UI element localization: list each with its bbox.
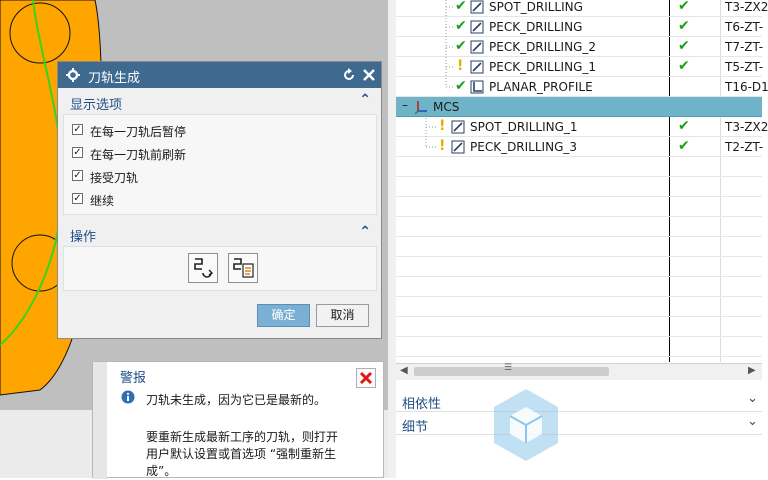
watermark-cube-icon	[494, 389, 558, 461]
empty-row	[396, 197, 762, 217]
warning-exclamation-icon: !	[457, 58, 464, 74]
splitter[interactable]	[388, 0, 396, 478]
operation-name: PECK_DRILLING	[489, 20, 583, 34]
info-icon	[121, 390, 135, 404]
details-panel-header[interactable]: 细节 ⌄	[396, 413, 762, 435]
drill-operation-icon	[470, 60, 484, 74]
dependencies-title: 相依性	[402, 397, 442, 412]
tree-connector-lines	[425, 0, 454, 148]
tool-name: T6-ZT-	[725, 20, 764, 34]
status-check-icon: ✔	[455, 38, 467, 54]
empty-row	[396, 297, 762, 317]
gear-icon	[66, 68, 80, 82]
cancel-button[interactable]: 取消	[316, 304, 369, 327]
status-check-icon: ✔	[455, 78, 467, 94]
chevron-up-icon[interactable]: ⌃	[359, 224, 371, 240]
drill-operation-icon	[470, 40, 484, 54]
tool-name: T3-ZX2	[725, 120, 768, 134]
toolpath-generation-dialog: 刀轨生成 显示选项 ⌃ ✓ 在每一刀轨后暂停 ✓ 在每一刀轨前刷新 ✓ 接受刀轨…	[57, 61, 382, 339]
dialog-title-bar[interactable]: 刀轨生成	[58, 62, 381, 88]
operation-navigator: ✔ SPOT_DRILLING ✔ T3-ZX2 ✔ PECK_DRILLING…	[396, 0, 768, 380]
checkbox-checked-icon[interactable]: ✓	[72, 170, 83, 181]
tool-name: T16-D1	[725, 80, 768, 94]
generate-toolpath-icon	[194, 258, 214, 278]
red-x-icon	[359, 371, 373, 385]
alert-message: 刀轨未生成，因为它已是最新的。	[146, 393, 327, 407]
tool-ok-check-icon: ✔	[678, 38, 690, 54]
alert-detail: 要重新生成最新工序的刀轨，则打开用户默认设置或首选项 “强制重新生成”。	[146, 430, 339, 478]
empty-row	[396, 157, 762, 177]
operation-name: PECK_DRILLING_3	[470, 140, 578, 154]
ok-button[interactable]: 确定	[257, 304, 310, 327]
profile-operation-icon	[470, 80, 484, 94]
grip-icon: ☰	[504, 363, 513, 373]
option-label: 接受刀轨	[90, 171, 139, 185]
display-options-title: 显示选项	[70, 98, 123, 113]
close-icon[interactable]	[362, 68, 376, 82]
generate-button[interactable]	[188, 253, 218, 283]
details-title: 细节	[402, 420, 429, 435]
chevron-down-icon[interactable]: ⌄	[747, 414, 758, 429]
operation-name: SPOT_DRILLING_1	[470, 120, 578, 134]
checkbox-checked-icon[interactable]: ✓	[72, 124, 83, 135]
dependencies-panel-header[interactable]: 相依性 ⌄	[396, 390, 762, 412]
chevron-down-icon[interactable]: ⌄	[747, 391, 758, 406]
option-label: 在每一刀轨前刷新	[90, 148, 187, 162]
operation-name: SPOT_DRILLING	[489, 0, 583, 14]
alert-panel: 警报 刀轨未生成，因为它已是最新的。 要重新生成最新工序的刀轨，则打开用户默认设…	[92, 361, 384, 479]
tool-ok-check-icon: ✔	[678, 118, 690, 134]
list-toolpath-icon	[233, 258, 254, 278]
chevron-up-icon[interactable]: ⌃	[359, 92, 371, 108]
empty-row	[396, 337, 762, 357]
empty-row	[396, 237, 762, 257]
horizontal-scrollbar[interactable]: ◀ ☰ ▶	[396, 363, 762, 380]
operation-header[interactable]: 操作 ⌃	[63, 223, 377, 245]
operation-title: 操作	[70, 230, 97, 245]
dialog-title: 刀轨生成	[88, 71, 141, 86]
operation-name: PLANAR_PROFILE	[489, 80, 593, 94]
tool-ok-check-icon: ✔	[678, 138, 690, 154]
drill-operation-icon	[470, 0, 484, 14]
status-check-icon: ✔	[455, 0, 467, 14]
tool-ok-check-icon: ✔	[678, 0, 690, 14]
display-options-header[interactable]: 显示选项 ⌃	[63, 91, 377, 113]
empty-row	[396, 177, 762, 197]
tool-name: T7-ZT-	[725, 40, 764, 54]
empty-row	[396, 257, 762, 277]
checkbox-checked-icon[interactable]: ✓	[72, 147, 83, 158]
status-check-icon: ✔	[455, 18, 467, 34]
alert-close-button[interactable]	[356, 368, 376, 388]
operation-name: PECK_DRILLING_2	[489, 40, 597, 54]
operation-body	[63, 246, 377, 291]
checkbox-checked-icon[interactable]: ✓	[72, 193, 83, 204]
tool-name: T2-ZT-	[725, 140, 764, 154]
empty-row	[396, 277, 762, 297]
tool-name: T5-ZT-	[725, 60, 764, 74]
drill-operation-icon	[470, 20, 484, 34]
empty-row	[396, 217, 762, 237]
panel-grip[interactable]	[93, 362, 107, 479]
option-label: 在每一刀轨后暂停	[90, 125, 187, 139]
scrollbar-thumb[interactable]: ☰	[414, 363, 609, 376]
tool-ok-check-icon: ✔	[678, 58, 690, 74]
tool-ok-check-icon: ✔	[678, 18, 690, 34]
display-options-body: ✓ 在每一刀轨后暂停 ✓ 在每一刀轨前刷新 ✓ 接受刀轨 ✓ 继续	[63, 114, 377, 215]
scroll-right-icon[interactable]: ▶	[748, 365, 756, 376]
operation-name: PECK_DRILLING_1	[489, 60, 597, 74]
alert-title: 警报	[120, 371, 147, 386]
empty-row	[396, 317, 762, 337]
option-label: 继续	[90, 194, 115, 208]
list-toolpath-button[interactable]	[228, 253, 258, 283]
reset-icon[interactable]	[342, 68, 356, 82]
tool-name: T3-ZX2	[725, 0, 768, 14]
scroll-left-icon[interactable]: ◀	[400, 365, 408, 376]
